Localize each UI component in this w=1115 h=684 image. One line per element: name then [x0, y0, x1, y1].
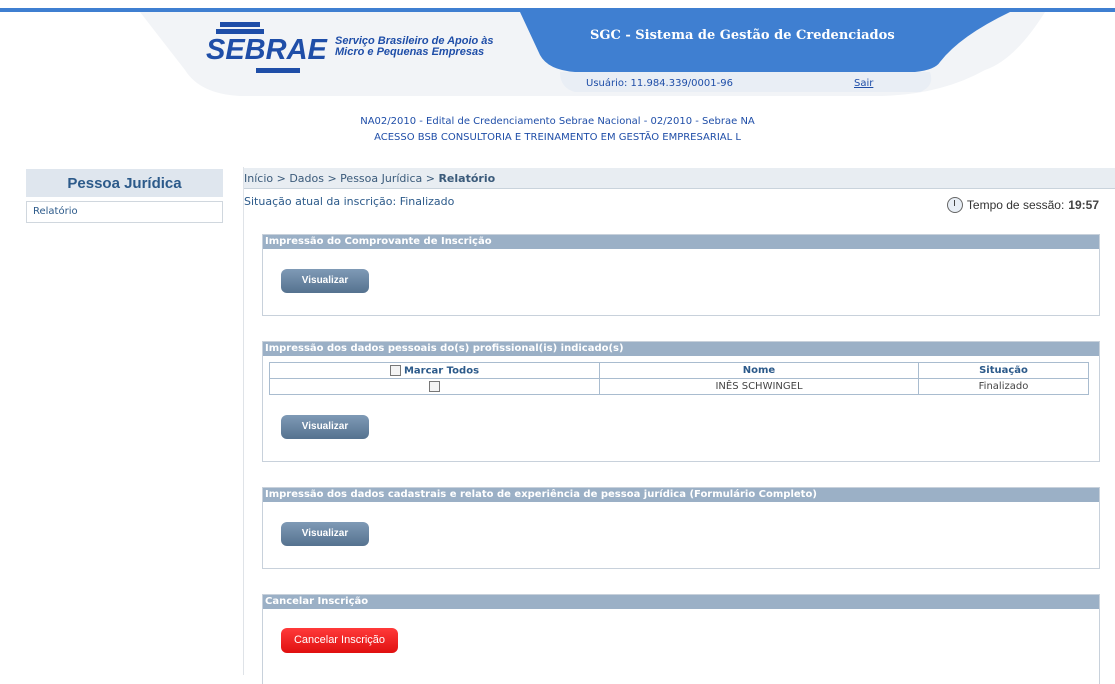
table-row: INÊS SCHWINGEL Finalizado [269, 378, 1089, 395]
panel-profissionais: Impressão dos dados pessoais do(s) profi… [262, 341, 1100, 462]
panel-cadastrais: Impressão dos dados cadastrais e relato … [262, 487, 1100, 569]
panel-comprovante: Impressão do Comprovante de Inscrição Vi… [262, 234, 1100, 316]
logout-link[interactable]: Sair [854, 78, 873, 89]
company-line: ACESSO BSB CONSULTORIA E TREINAMENTO EM … [374, 132, 741, 143]
panel-title: Impressão dos dados pessoais do(s) profi… [263, 342, 1099, 356]
select-all-label[interactable]: Marcar Todos [404, 365, 479, 376]
logo-bar [256, 68, 300, 73]
select-all-header: Marcar Todos [269, 362, 600, 379]
logo-subtitle: Serviço Brasileiro de Apoio às Micro e P… [335, 36, 494, 58]
row-status: Finalizado [918, 378, 1089, 395]
sidebar-title: Pessoa Jurídica [26, 169, 223, 197]
user-label: Usuário: 11.984.339/0001-96 [586, 78, 733, 89]
column-nome: Nome [599, 362, 919, 379]
logo-bar [220, 22, 260, 27]
visualizar-cadastrais-button[interactable]: Visualizar [281, 522, 369, 546]
header-background [0, 0, 1115, 96]
system-title: SGC - Sistema de Gestão de Credenciados [590, 28, 895, 43]
header: SEBRAE Serviço Brasileiro de Apoio às Mi… [0, 0, 1115, 100]
cancelar-inscricao-button[interactable]: Cancelar Inscrição [281, 628, 398, 653]
logo-subtitle-line: Micro e Pequenas Empresas [335, 46, 485, 58]
visualizar-profissionais-button[interactable]: Visualizar [281, 415, 369, 439]
panel-title: Impressão do Comprovante de Inscrição [263, 235, 1099, 249]
session-value: 19:57 [1068, 198, 1099, 212]
sebrae-logo: SEBRAE Serviço Brasileiro de Apoio às Mi… [200, 20, 494, 78]
session-label: Tempo de sessão: [966, 198, 1065, 212]
row-checkbox[interactable] [429, 380, 440, 392]
panel-cancelar: Cancelar Inscrição Cancelar Inscrição [262, 594, 1100, 684]
session-timer: Tempo de sessão: 19:57 [946, 197, 1099, 213]
inscription-status: Situação atual da inscrição: Finalizado [244, 195, 455, 208]
table-header: Marcar Todos Nome Situação [269, 362, 1089, 379]
breadcrumb-current: Relatório [438, 172, 496, 185]
panel-title: Cancelar Inscrição [263, 595, 1099, 609]
panel-title: Impressão dos dados cadastrais e relato … [263, 488, 1099, 502]
visualizar-comprovante-button[interactable]: Visualizar [281, 269, 369, 293]
professionals-table: Marcar Todos Nome Situação INÊS SCHWINGE… [269, 362, 1089, 395]
clock-icon [946, 197, 963, 213]
select-all-checkbox[interactable] [389, 364, 401, 376]
logo-word: SEBRAE [206, 34, 327, 66]
main-divider [243, 167, 244, 675]
breadcrumb: Início > Dados > Pessoa Jurídica > Relat… [244, 168, 1115, 189]
column-situacao: Situação [918, 362, 1089, 379]
sidebar-item-relatorio[interactable]: Relatório [26, 201, 223, 223]
row-name: INÊS SCHWINGEL [599, 378, 919, 395]
row-checkbox-cell [269, 378, 600, 395]
edital-line: NA02/2010 - Edital de Credenciamento Seb… [360, 116, 755, 127]
sidebar: Pessoa Jurídica Relatório [26, 169, 223, 223]
breadcrumb-path[interactable]: Início > Dados > Pessoa Jurídica > [244, 172, 438, 185]
